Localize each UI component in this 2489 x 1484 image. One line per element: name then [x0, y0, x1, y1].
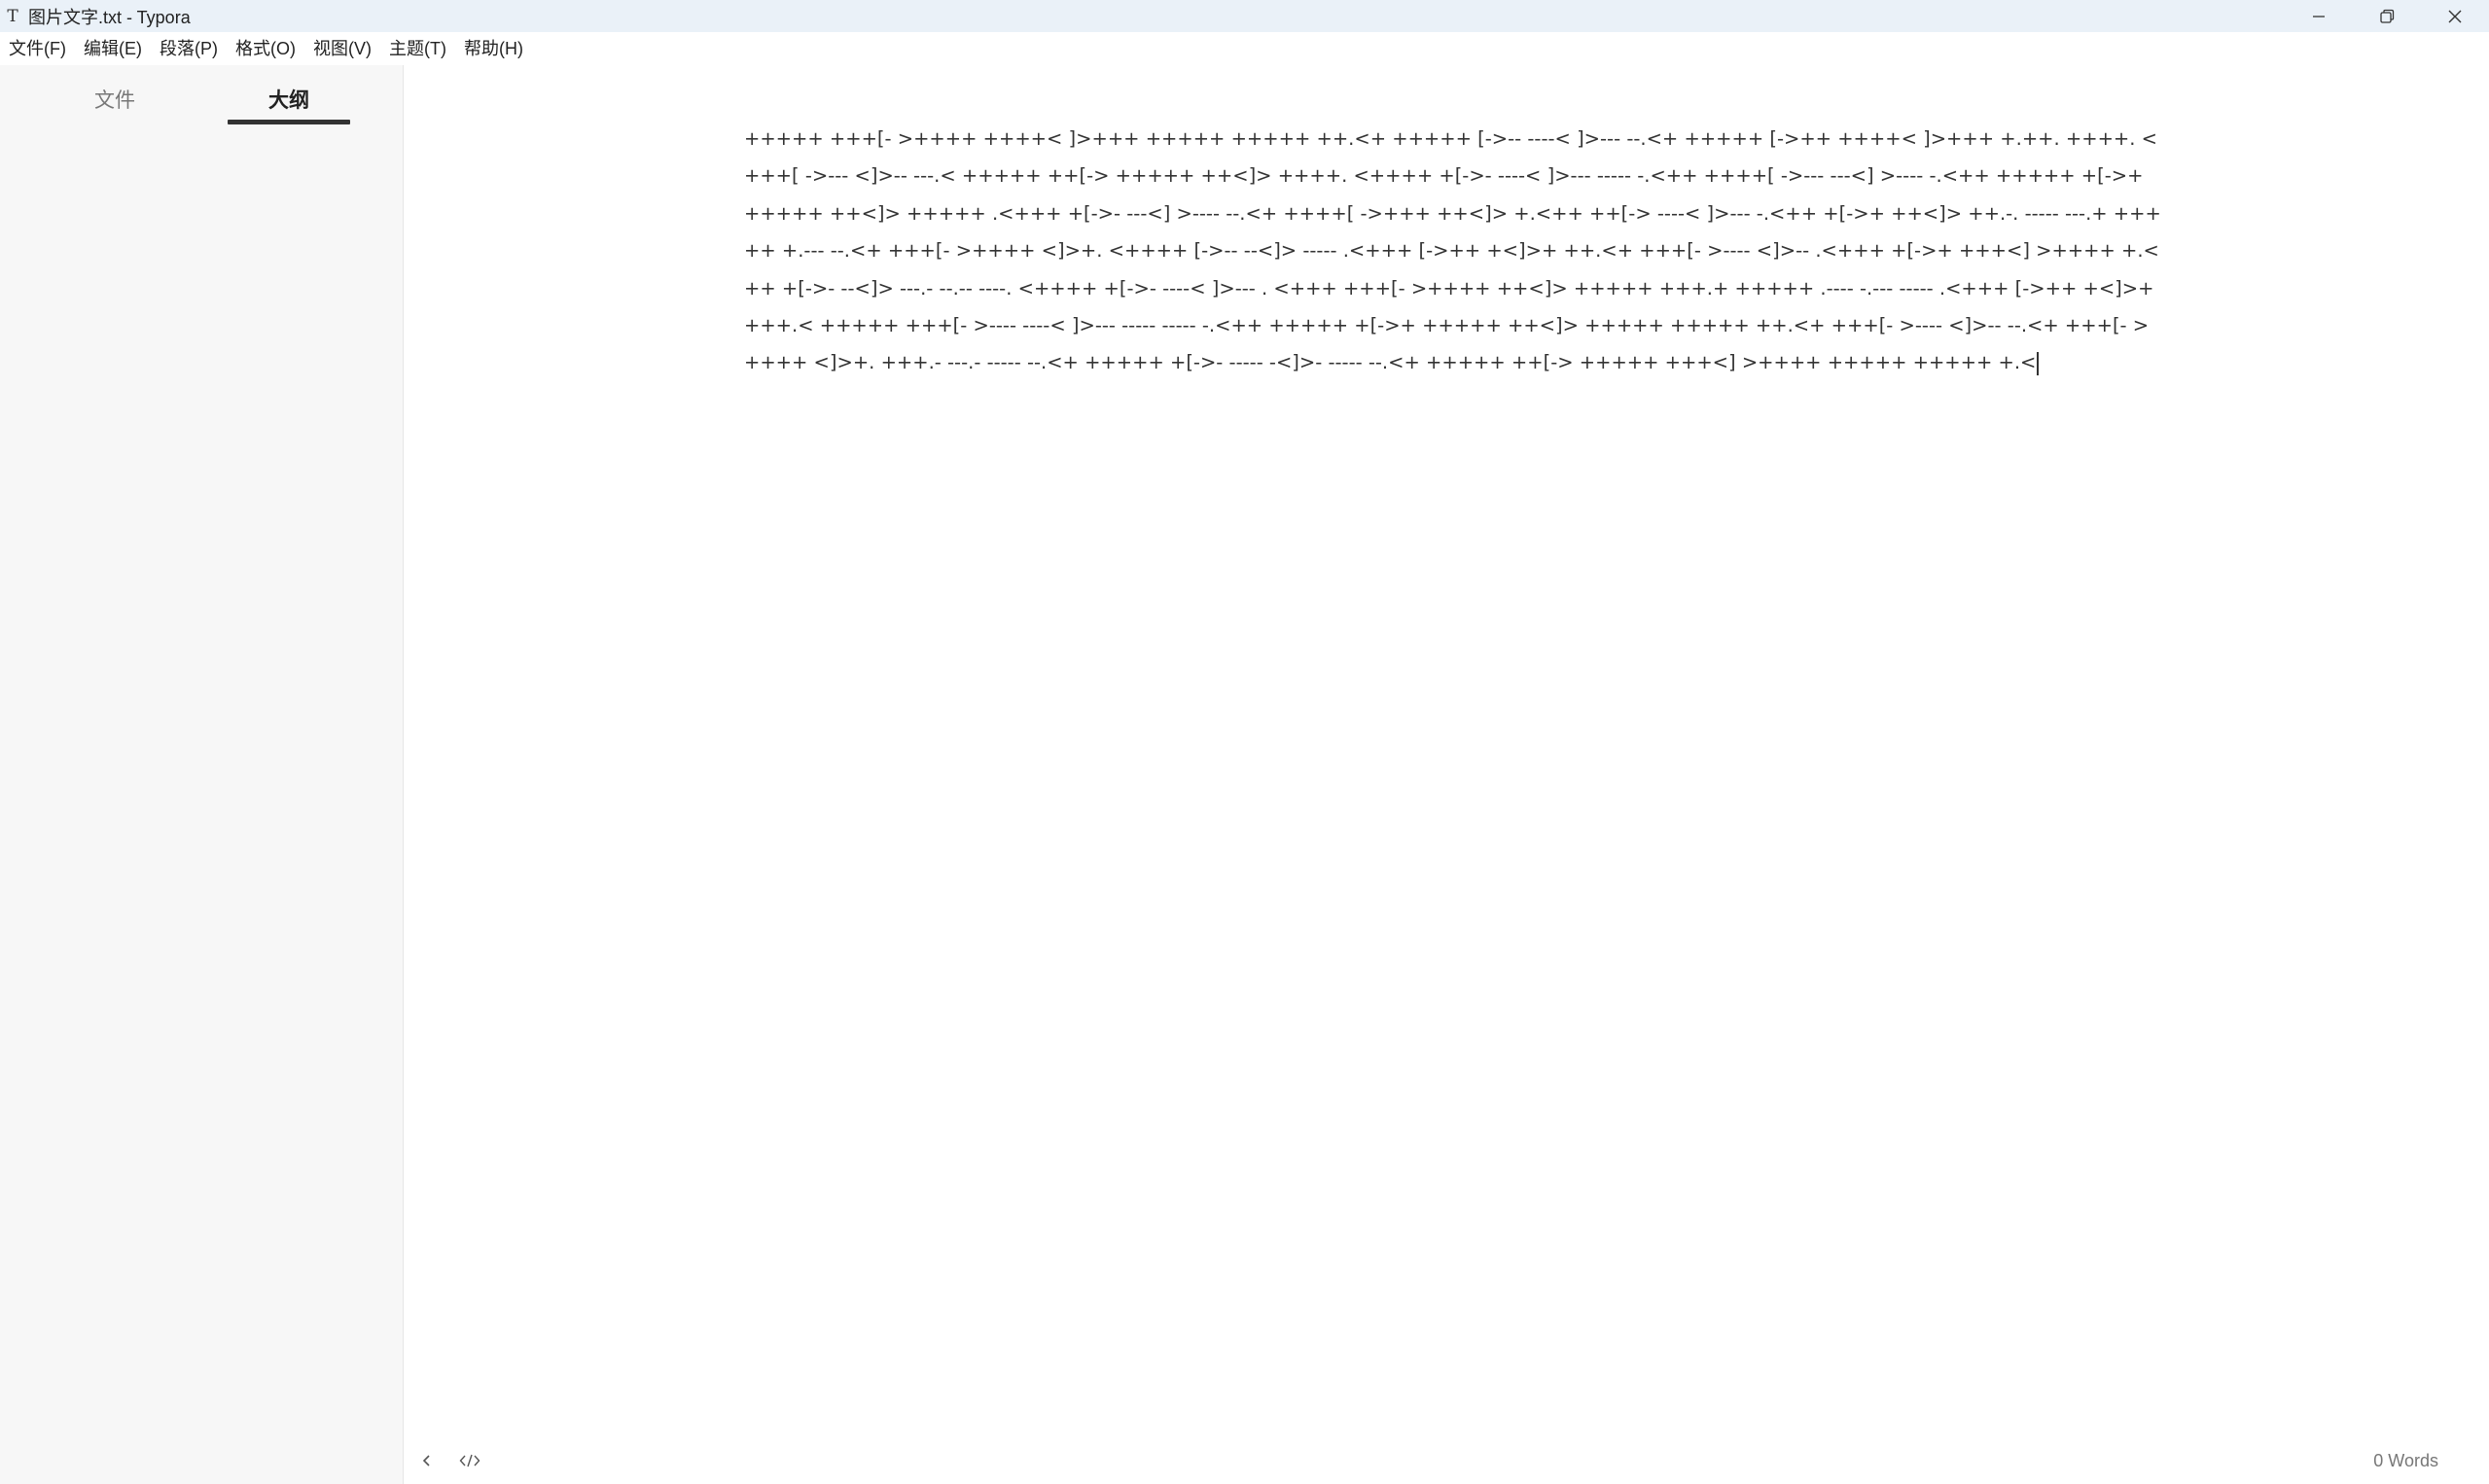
code-icon	[459, 1454, 480, 1467]
toggle-sidebar-button[interactable]	[413, 1447, 441, 1474]
title-bar: T 图片文字.txt - Typora	[0, 0, 2489, 32]
menu-help[interactable]: 帮助(H)	[455, 32, 532, 65]
menu-paragraph[interactable]: 段落(P)	[151, 32, 227, 65]
sidebar-tabs: 文件 大纲	[0, 65, 403, 129]
close-icon	[2448, 10, 2462, 22]
editor-area[interactable]: +++++ +++[- >++++ ++++< ]>+++ +++++ ++++…	[404, 65, 2489, 1427]
sidebar: 文件 大纲	[0, 65, 404, 1484]
menu-edit[interactable]: 编辑(E)	[75, 32, 151, 65]
restore-icon	[2380, 9, 2395, 23]
word-count[interactable]: 0 Words	[2373, 1437, 2438, 1484]
menu-file[interactable]: 文件(F)	[0, 32, 75, 65]
minimize-icon	[2313, 15, 2325, 18]
document-body[interactable]: +++++ +++[- >++++ ++++< ]>+++ +++++ ++++…	[744, 121, 2164, 382]
window-title: 图片文字.txt - Typora	[28, 7, 191, 27]
active-tab-indicator	[228, 120, 350, 124]
typora-app-icon: T	[7, 6, 18, 26]
text-caret	[2037, 351, 2040, 375]
minimize-button[interactable]	[2285, 0, 2353, 32]
status-bar: 0 Words	[404, 1437, 2489, 1484]
menu-view[interactable]: 视图(V)	[304, 32, 380, 65]
chevron-left-icon	[422, 1455, 430, 1466]
source-code-mode-button[interactable]	[456, 1447, 483, 1474]
window-controls	[2285, 0, 2489, 32]
menu-bar: 文件(F) 编辑(E) 段落(P) 格式(O) 视图(V) 主题(T) 帮助(H…	[0, 32, 2489, 65]
tab-outline[interactable]: 大纲	[228, 85, 350, 114]
restore-button[interactable]	[2353, 0, 2421, 32]
document-text[interactable]: +++++ +++[- >++++ ++++< ]>+++ +++++ ++++…	[744, 127, 2161, 373]
tab-files[interactable]: 文件	[58, 85, 171, 114]
menu-format[interactable]: 格式(O)	[227, 32, 304, 65]
close-button[interactable]	[2421, 0, 2489, 32]
menu-theme[interactable]: 主题(T)	[380, 32, 455, 65]
